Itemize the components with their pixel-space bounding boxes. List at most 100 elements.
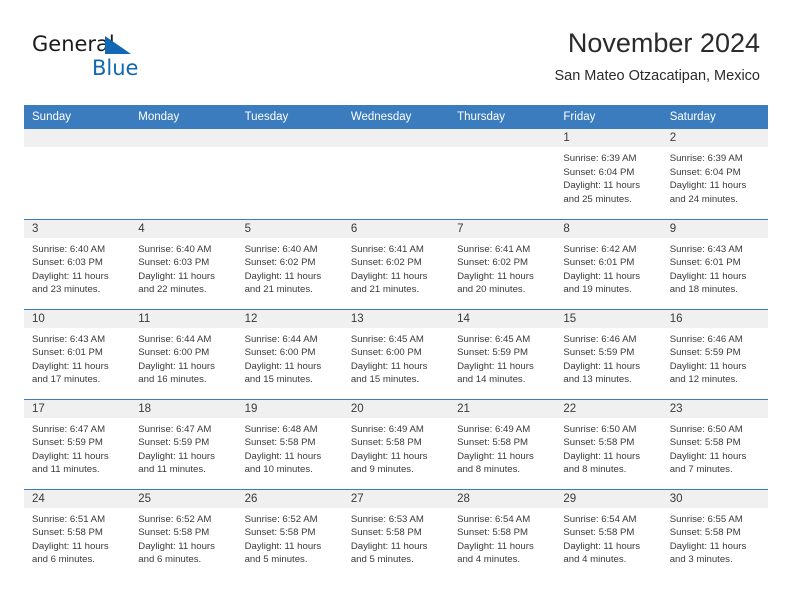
- daylight-text: Daylight: 11 hours and 12 minutes.: [669, 360, 747, 386]
- calendar-day-cell[interactable]: 17 Sunrise: 6:47 AM Sunset: 5:59 PM Dayligh…: [24, 398, 131, 489]
- sunrise-text: Sunrise: 6:44 AM: [138, 333, 212, 345]
- day-number: 4: [130, 219, 237, 238]
- calendar-day-cell[interactable]: 23 Sunrise: 6:50 AM Sunset: 5:58 PM Dayligh…: [661, 398, 768, 489]
- daylight-text: Daylight: 11 hours and 15 minutes.: [350, 360, 428, 386]
- brand-logo[interactable]: General Blue: [32, 32, 232, 90]
- calendar-day-cell[interactable]: 12 Sunrise: 6:44 AM Sunset: 6:00 PM Dayligh…: [236, 308, 343, 399]
- weekday-header-wednesday: Wednesday: [342, 105, 450, 129]
- day-details: Sunrise: 6:50 AM Sunset: 5:58 PM Daylight:…: [555, 418, 661, 477]
- day-details: Sunrise: 6:41 AM Sunset: 6:02 PM Daylight:…: [343, 238, 449, 297]
- day-details: Sunrise: 6:43 AM Sunset: 6:01 PM Daylight:…: [24, 328, 130, 387]
- sunrise-text: Sunrise: 6:52 AM: [244, 513, 318, 525]
- day-number: 13: [342, 309, 450, 328]
- sunset-text: Sunset: 5:58 PM: [138, 527, 210, 539]
- sunset-text: Sunset: 5:58 PM: [350, 527, 422, 539]
- day-details: Sunrise: 6:40 AM Sunset: 6:03 PM Daylight:…: [24, 238, 130, 297]
- day-details: Sunrise: 6:40 AM Sunset: 6:02 PM Daylight:…: [237, 238, 343, 297]
- sunrise-text: Sunrise: 6:47 AM: [138, 423, 212, 435]
- sunset-text: Sunset: 6:01 PM: [563, 257, 635, 269]
- day-number: 26: [236, 489, 343, 508]
- day-number: 22: [555, 399, 662, 418]
- daylight-text: Daylight: 11 hours and 11 minutes.: [32, 450, 109, 476]
- day-number: [236, 129, 343, 147]
- calendar-day-cell[interactable]: 13 Sunrise: 6:45 AM Sunset: 6:00 PM Dayligh…: [342, 308, 450, 399]
- sunrise-text: Sunrise: 6:53 AM: [350, 513, 424, 525]
- calendar-day-cell[interactable]: 26 Sunrise: 6:52 AM Sunset: 5:58 PM Dayligh…: [236, 488, 343, 579]
- calendar-day-cell[interactable]: 4 Sunrise: 6:40 AM Sunset: 6:03 PM Daylight…: [130, 218, 237, 309]
- day-number: 21: [449, 399, 556, 418]
- sunset-text: Sunset: 5:58 PM: [669, 527, 741, 539]
- sunrise-text: Sunrise: 6:46 AM: [669, 333, 743, 345]
- calendar-body: 1 Sunrise: 6:39 AM Sunset: 6:04 PM Daylight…: [24, 129, 768, 579]
- sunset-text: Sunset: 5:58 PM: [32, 527, 103, 539]
- calendar-day-cell[interactable]: 8 Sunrise: 6:42 AM Sunset: 6:01 PM Daylight…: [555, 218, 662, 309]
- day-details: Sunrise: 6:55 AM Sunset: 5:58 PM Daylight:…: [662, 508, 768, 567]
- calendar-day-cell[interactable]: 30 Sunrise: 6:55 AM Sunset: 5:58 PM Dayligh…: [661, 488, 768, 579]
- sunrise-text: Sunrise: 6:39 AM: [669, 153, 743, 164]
- sunset-text: Sunset: 6:03 PM: [138, 257, 210, 269]
- calendar-cell-empty: [449, 129, 556, 219]
- day-details: Sunrise: 6:51 AM Sunset: 5:58 PM Daylight:…: [24, 508, 130, 567]
- calendar-day-cell[interactable]: 2 Sunrise: 6:39 AM Sunset: 6:04 PM Daylight…: [661, 129, 768, 219]
- calendar-day-cell[interactable]: 19 Sunrise: 6:48 AM Sunset: 5:58 PM Dayligh…: [236, 398, 343, 489]
- daylight-text: Daylight: 11 hours and 5 minutes.: [350, 540, 428, 566]
- brand-name-general: General: [32, 32, 115, 56]
- daylight-text: Daylight: 11 hours and 3 minutes.: [669, 540, 747, 566]
- sunset-text: Sunset: 5:58 PM: [457, 527, 529, 539]
- page-title: November 2024: [567, 28, 760, 58]
- calendar-day-cell[interactable]: 27 Sunrise: 6:53 AM Sunset: 5:58 PM Dayligh…: [342, 488, 450, 579]
- calendar-day-cell[interactable]: 7 Sunrise: 6:41 AM Sunset: 6:02 PM Daylight…: [449, 218, 556, 309]
- calendar-day-cell[interactable]: 5 Sunrise: 6:40 AM Sunset: 6:02 PM Daylight…: [236, 218, 343, 309]
- weekday-header-sunday: Sunday: [24, 105, 131, 129]
- sunset-text: Sunset: 5:59 PM: [138, 437, 210, 449]
- calendar-day-cell[interactable]: 11 Sunrise: 6:44 AM Sunset: 6:00 PM Dayligh…: [130, 308, 237, 399]
- calendar-day-cell[interactable]: 6 Sunrise: 6:41 AM Sunset: 6:02 PM Daylight…: [342, 218, 450, 309]
- day-number: 9: [661, 219, 768, 238]
- calendar-day-cell[interactable]: 9 Sunrise: 6:43 AM Sunset: 6:01 PM Daylight…: [661, 218, 768, 309]
- calendar-day-cell[interactable]: 28 Sunrise: 6:54 AM Sunset: 5:58 PM Dayligh…: [449, 488, 556, 579]
- day-number: 20: [342, 399, 450, 418]
- day-details: Sunrise: 6:47 AM Sunset: 5:59 PM Daylight:…: [24, 418, 130, 477]
- daylight-text: Daylight: 11 hours and 19 minutes.: [563, 270, 641, 296]
- day-number: 24: [24, 489, 131, 508]
- calendar-day-cell[interactable]: 15 Sunrise: 6:46 AM Sunset: 5:59 PM Dayligh…: [555, 308, 662, 399]
- day-details: Sunrise: 6:53 AM Sunset: 5:58 PM Daylight:…: [343, 508, 449, 567]
- sunrise-text: Sunrise: 6:48 AM: [244, 423, 318, 435]
- day-number: 1: [555, 129, 662, 147]
- weekday-header-tuesday: Tuesday: [236, 105, 343, 129]
- calendar-day-cell[interactable]: 21 Sunrise: 6:49 AM Sunset: 5:58 PM Dayligh…: [449, 398, 556, 489]
- calendar-day-cell[interactable]: 14 Sunrise: 6:45 AM Sunset: 5:59 PM Dayligh…: [449, 308, 556, 399]
- sunset-text: Sunset: 5:58 PM: [563, 527, 635, 539]
- sunrise-text: Sunrise: 6:43 AM: [32, 333, 106, 345]
- calendar-week-row: 24 Sunrise: 6:51 AM Sunset: 5:58 PM Dayligh…: [24, 488, 768, 579]
- calendar-day-cell[interactable]: 1 Sunrise: 6:39 AM Sunset: 6:04 PM Daylight…: [555, 129, 662, 219]
- daylight-text: Daylight: 11 hours and 22 minutes.: [138, 270, 215, 296]
- calendar-day-cell[interactable]: 18 Sunrise: 6:47 AM Sunset: 5:59 PM Dayligh…: [130, 398, 237, 489]
- calendar-day-cell[interactable]: 10 Sunrise: 6:43 AM Sunset: 6:01 PM Dayligh…: [24, 308, 131, 399]
- sunset-text: Sunset: 6:03 PM: [32, 257, 103, 269]
- page-subtitle: San Mateo Otzacatipan, Mexico: [554, 68, 760, 84]
- calendar-cell-empty: [24, 129, 131, 219]
- daylight-text: Daylight: 11 hours and 8 minutes.: [457, 450, 534, 476]
- sunset-text: Sunset: 5:59 PM: [32, 437, 103, 449]
- calendar-day-cell[interactable]: 25 Sunrise: 6:52 AM Sunset: 5:58 PM Dayligh…: [130, 488, 237, 579]
- day-details: Sunrise: 6:42 AM Sunset: 6:01 PM Daylight:…: [555, 238, 661, 297]
- sunset-text: Sunset: 6:02 PM: [244, 257, 316, 269]
- sunrise-text: Sunrise: 6:45 AM: [457, 333, 531, 345]
- day-number: 15: [555, 309, 662, 328]
- calendar-day-cell[interactable]: 29 Sunrise: 6:54 AM Sunset: 5:58 PM Dayligh…: [555, 488, 662, 579]
- calendar-day-cell[interactable]: 20 Sunrise: 6:49 AM Sunset: 5:58 PM Dayligh…: [342, 398, 450, 489]
- calendar-day-cell[interactable]: 22 Sunrise: 6:50 AM Sunset: 5:58 PM Dayligh…: [555, 398, 662, 489]
- calendar-day-cell[interactable]: 16 Sunrise: 6:46 AM Sunset: 5:59 PM Dayligh…: [661, 308, 768, 399]
- day-number: 29: [555, 489, 662, 508]
- day-number: [130, 129, 237, 147]
- daylight-text: Daylight: 11 hours and 14 minutes.: [457, 360, 534, 386]
- daylight-text: Daylight: 11 hours and 6 minutes.: [32, 540, 109, 566]
- day-details: Sunrise: 6:49 AM Sunset: 5:58 PM Daylight:…: [449, 418, 555, 477]
- day-details: Sunrise: 6:46 AM Sunset: 5:59 PM Daylight:…: [555, 328, 661, 387]
- calendar-day-cell[interactable]: 24 Sunrise: 6:51 AM Sunset: 5:58 PM Dayligh…: [24, 488, 131, 579]
- weekday-header-saturday: Saturday: [661, 105, 768, 129]
- calendar-day-cell[interactable]: 3 Sunrise: 6:40 AM Sunset: 6:03 PM Daylight…: [24, 218, 131, 309]
- day-number: 3: [24, 219, 131, 238]
- daylight-text: Daylight: 11 hours and 24 minutes.: [669, 180, 747, 205]
